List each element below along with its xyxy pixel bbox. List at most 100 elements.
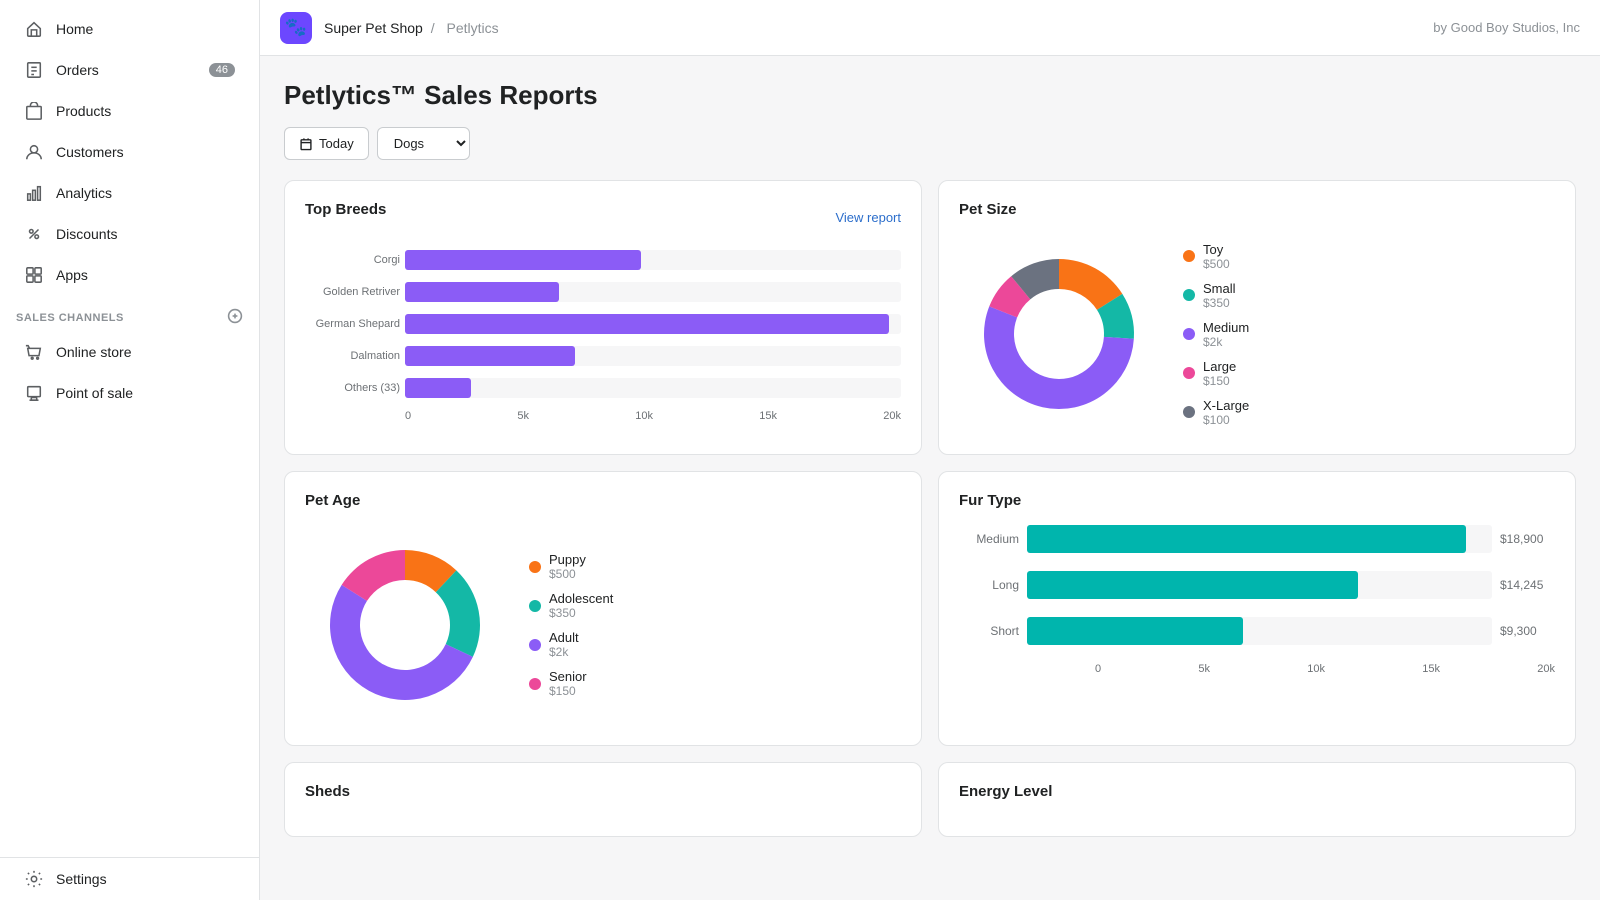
page-title: Petlytics™ Sales Reports — [284, 80, 1576, 111]
legend-dot — [529, 639, 541, 651]
bar-label: German Shepard — [315, 318, 400, 330]
breadcrumb-current: Petlytics — [447, 20, 499, 36]
hbar-label: Long — [959, 578, 1019, 592]
sidebar-item-home[interactable]: Home — [8, 9, 251, 49]
hbar-value: $14,245 — [1500, 578, 1555, 592]
pet-age-donut-svg — [305, 525, 505, 725]
legend-label: Medium — [1203, 320, 1249, 335]
hbar-label: Medium — [959, 532, 1019, 546]
sidebar-item-settings[interactable]: Settings — [8, 859, 251, 899]
bar-label: Golden Retriver — [315, 286, 400, 298]
bar-fill — [405, 282, 559, 302]
logo-emoji: 🐾 — [285, 17, 307, 38]
top-breeds-bar-row: Corgi — [405, 250, 901, 270]
today-filter-button[interactable]: Today — [284, 127, 369, 160]
fur-type-bar-row: Short $9,300 — [959, 617, 1555, 645]
app-logo: 🐾 — [280, 12, 312, 44]
sidebar-item-customers[interactable]: Customers — [8, 132, 251, 172]
fur-type-title: Fur Type — [959, 492, 1555, 509]
pet-age-legend: Puppy $500 Adolescent $350 Adult $2k Sen… — [529, 552, 613, 698]
sidebar-item-analytics-label: Analytics — [56, 185, 112, 201]
legend-dot — [1183, 250, 1195, 262]
donut-center — [362, 582, 448, 668]
settings-label: Settings — [56, 871, 107, 887]
pet-age-title: Pet Age — [305, 492, 901, 509]
legend-label: X-Large — [1203, 398, 1249, 413]
sidebar-item-online-store[interactable]: Online store — [8, 332, 251, 372]
legend-value: $100 — [1203, 413, 1249, 427]
x-axis-label: 5k — [1198, 663, 1210, 675]
x-axis-label: 0 — [1095, 663, 1101, 675]
x-axis-label: 0 — [405, 410, 411, 422]
x-axis-label: 10k — [1307, 663, 1325, 675]
legend-label: Small — [1203, 281, 1236, 296]
sidebar-item-analytics[interactable]: Analytics — [8, 173, 251, 213]
hbar-value: $9,300 — [1500, 624, 1555, 638]
x-axis-label: 10k — [635, 410, 653, 422]
legend-item: Small $350 — [1183, 281, 1249, 310]
page-content: Petlytics™ Sales Reports Today Dogs Top … — [260, 56, 1600, 900]
x-axis-label: 5k — [517, 410, 529, 422]
fur-type-bar-row: Medium $18,900 — [959, 525, 1555, 553]
top-breeds-card: Top Breeds View report Corgi Golden Retr… — [284, 180, 922, 455]
fur-type-card: Fur Type Medium $18,900 Long $14,245 Sho… — [938, 471, 1576, 746]
legend-label: Adult — [549, 630, 579, 645]
sidebar-item-products-label: Products — [56, 103, 111, 119]
bar-track — [405, 314, 901, 334]
cards-grid: Top Breeds View report Corgi Golden Retr… — [284, 180, 1576, 837]
analytics-icon — [24, 183, 44, 203]
bar-label: Others (33) — [315, 382, 400, 394]
sidebar-item-discounts[interactable]: Discounts — [8, 214, 251, 254]
settings-icon — [24, 869, 44, 889]
hbar-track — [1027, 571, 1492, 599]
legend-dot — [529, 678, 541, 690]
add-sales-channel-icon[interactable] — [227, 308, 243, 327]
legend-dot — [529, 600, 541, 612]
breadcrumb-separator: / — [431, 20, 435, 36]
hbar-track — [1027, 525, 1492, 553]
legend-value: $350 — [549, 606, 613, 620]
view-report-link[interactable]: View report — [835, 210, 901, 225]
sidebar: Home Orders 46 Products Customers — [0, 0, 260, 900]
top-breeds-chart: Corgi Golden Retriver German Shepard Dal… — [305, 250, 901, 398]
sidebar-item-orders[interactable]: Orders 46 — [8, 50, 251, 90]
pet-age-chart-container: Puppy $500 Adolescent $350 Adult $2k Sen… — [305, 525, 901, 725]
sidebar-item-apps[interactable]: Apps — [8, 255, 251, 295]
legend-value: $350 — [1203, 296, 1236, 310]
sidebar-bottom: Settings — [0, 857, 259, 900]
sidebar-item-pos-label: Point of sale — [56, 385, 133, 401]
top-breeds-bar-row: Others (33) — [405, 378, 901, 398]
legend-label: Puppy — [549, 552, 586, 567]
sales-channels-section: SALES CHANNELS — [0, 296, 259, 331]
legend-label: Adolescent — [549, 591, 613, 606]
pos-icon — [24, 383, 44, 403]
pet-size-card: Pet Size Toy $500 Small $350 Medium $2k — [938, 180, 1576, 455]
top-breeds-bar-row: Golden Retriver — [405, 282, 901, 302]
bar-track — [405, 250, 901, 270]
legend-dot — [1183, 406, 1195, 418]
breadcrumb-parent[interactable]: Super Pet Shop — [324, 20, 423, 36]
products-icon — [24, 101, 44, 121]
topbar: 🐾 Super Pet Shop / Petlytics by Good Boy… — [260, 0, 1600, 56]
sidebar-item-products[interactable]: Products — [8, 91, 251, 131]
orders-badge: 46 — [209, 63, 235, 77]
legend-value: $500 — [1203, 257, 1230, 271]
sidebar-item-point-of-sale[interactable]: Point of sale — [8, 373, 251, 413]
energy-level-title: Energy Level — [959, 783, 1555, 800]
bar-fill — [405, 346, 575, 366]
legend-value: $150 — [1203, 374, 1236, 388]
species-filter-select[interactable]: Dogs — [377, 127, 470, 160]
customers-icon — [24, 142, 44, 162]
main-area: 🐾 Super Pet Shop / Petlytics by Good Boy… — [260, 0, 1600, 900]
legend-item: Puppy $500 — [529, 552, 613, 581]
bar-label: Corgi — [315, 254, 400, 266]
legend-item: Adolescent $350 — [529, 591, 613, 620]
filter-bar: Today Dogs — [284, 127, 1576, 160]
bar-fill — [405, 378, 471, 398]
today-filter-label: Today — [319, 136, 354, 151]
top-breeds-x-axis: 05k10k15k20k — [305, 410, 901, 422]
legend-value: $500 — [549, 567, 586, 581]
legend-value: $2k — [1203, 335, 1249, 349]
bar-label: Dalmation — [315, 350, 400, 362]
home-icon — [24, 19, 44, 39]
